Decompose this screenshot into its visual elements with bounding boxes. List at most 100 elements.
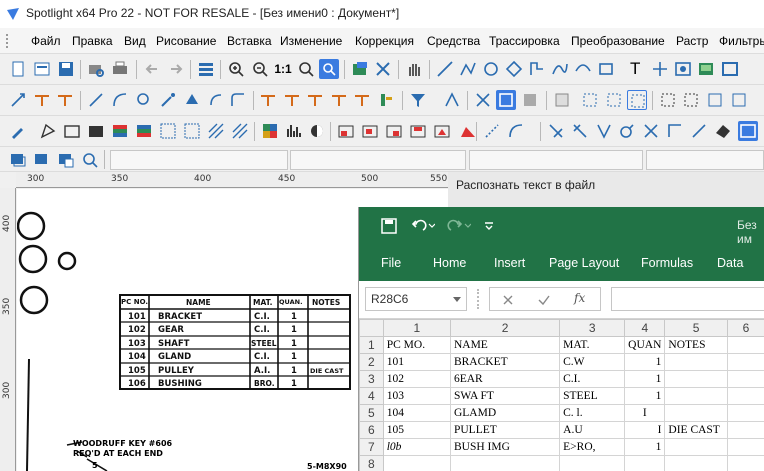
- curve-icon[interactable]: [550, 59, 570, 79]
- pick-icon[interactable]: [8, 121, 28, 141]
- cell[interactable]: [726, 421, 764, 439]
- row-header[interactable]: 6: [359, 421, 384, 439]
- menu-view[interactable]: Вид: [124, 34, 146, 48]
- cell[interactable]: BUSH IMG: [449, 438, 561, 456]
- back-arrow-icon[interactable]: [142, 59, 162, 79]
- layer-icon[interactable]: [32, 150, 52, 170]
- transform-icon[interactable]: [373, 59, 393, 79]
- cell[interactable]: [624, 455, 666, 471]
- dotted-select-icon[interactable]: [604, 90, 624, 110]
- box-select-icon[interactable]: [705, 90, 725, 110]
- transform-icon[interactable]: [546, 121, 566, 141]
- save-icon[interactable]: [56, 59, 76, 79]
- arc-measure-icon[interactable]: [482, 121, 502, 141]
- linecast-icon[interactable]: [258, 90, 278, 110]
- line-width-field[interactable]: [290, 150, 466, 170]
- transform-icon[interactable]: [665, 121, 685, 141]
- column-header[interactable]: 4: [624, 319, 666, 337]
- cell[interactable]: NOTES: [664, 336, 728, 354]
- tab-page-layout[interactable]: Page Layout: [549, 256, 619, 270]
- zoom-in-icon[interactable]: [80, 150, 100, 170]
- menu-file[interactable]: Файл: [31, 34, 61, 48]
- bezier-icon[interactable]: [442, 90, 462, 110]
- cell[interactable]: SWA FT: [449, 387, 561, 405]
- tab-data[interactable]: Data: [717, 256, 743, 270]
- gray-area-icon[interactable]: [520, 90, 540, 110]
- menu-draw[interactable]: Рисование: [156, 34, 216, 48]
- cell[interactable]: 1: [624, 353, 666, 371]
- node-edit-icon[interactable]: [134, 90, 154, 110]
- linecast-icon[interactable]: [305, 90, 325, 110]
- cell[interactable]: C.I.: [559, 370, 626, 388]
- cell[interactable]: MAT.: [559, 336, 626, 354]
- row-header[interactable]: 3: [359, 370, 384, 388]
- transform-icon[interactable]: [713, 121, 733, 141]
- cell[interactable]: 105: [382, 421, 451, 439]
- row-header[interactable]: 4: [359, 387, 384, 405]
- cell[interactable]: [664, 404, 728, 422]
- transform-icon[interactable]: [689, 121, 709, 141]
- cancel-icon[interactable]: [502, 294, 514, 306]
- mark-icon[interactable]: [376, 90, 396, 110]
- open-icon[interactable]: [32, 59, 52, 79]
- object-select-icon[interactable]: [110, 90, 130, 110]
- cell[interactable]: [726, 455, 764, 471]
- cell[interactable]: BRACKET: [449, 353, 561, 371]
- cell[interactable]: PULLET: [449, 421, 561, 439]
- cut-icon[interactable]: [473, 90, 493, 110]
- cell[interactable]: 101: [382, 353, 451, 371]
- cell[interactable]: QUAN: [624, 336, 666, 354]
- cell[interactable]: l0b: [382, 438, 451, 456]
- line-type-field[interactable]: [110, 150, 288, 170]
- zoom-out-icon[interactable]: [250, 59, 270, 79]
- shape-icon[interactable]: [458, 121, 478, 141]
- save-icon[interactable]: [381, 218, 397, 234]
- fill-icon[interactable]: [62, 121, 82, 141]
- cell[interactable]: [664, 370, 728, 388]
- arc-icon[interactable]: [527, 59, 547, 79]
- cell[interactable]: [559, 455, 626, 471]
- image-icon[interactable]: [408, 121, 428, 141]
- image-icon[interactable]: [384, 121, 404, 141]
- shape-select-icon[interactable]: [182, 90, 202, 110]
- redo-icon[interactable]: [447, 218, 471, 234]
- cell[interactable]: 1: [624, 387, 666, 405]
- menu-insert[interactable]: Вставка: [227, 34, 272, 48]
- polyline-icon[interactable]: [458, 59, 478, 79]
- image-icon[interactable]: [360, 121, 380, 141]
- image-icon[interactable]: [336, 121, 356, 141]
- linecast-icon[interactable]: [32, 90, 52, 110]
- column-header[interactable]: 6: [726, 319, 764, 337]
- zoom-in-icon[interactable]: [226, 59, 246, 79]
- column-header[interactable]: 5: [664, 319, 728, 337]
- new-doc-icon[interactable]: [8, 59, 28, 79]
- column-header[interactable]: 2: [449, 319, 561, 337]
- mask-icon[interactable]: [307, 121, 327, 141]
- cell[interactable]: [664, 455, 728, 471]
- customize-icon[interactable]: [483, 220, 495, 232]
- transform-icon[interactable]: [594, 121, 614, 141]
- cell[interactable]: A.U: [559, 421, 626, 439]
- row-header[interactable]: 8: [359, 455, 384, 471]
- box-select-icon[interactable]: [627, 90, 647, 110]
- cell[interactable]: [726, 353, 764, 371]
- circle-icon[interactable]: [481, 59, 501, 79]
- cell[interactable]: I: [624, 421, 666, 439]
- mark-icon[interactable]: [206, 90, 226, 110]
- cell[interactable]: 6EAR: [449, 370, 561, 388]
- linecast-icon[interactable]: [282, 90, 302, 110]
- select-icon[interactable]: [8, 90, 28, 110]
- cell[interactable]: 104: [382, 404, 451, 422]
- menu-trace[interactable]: Трассировка: [489, 34, 560, 48]
- crop-icon[interactable]: [496, 90, 516, 110]
- cell[interactable]: C.W: [559, 353, 626, 371]
- rectangle-icon[interactable]: [596, 59, 616, 79]
- zoom-1to1-icon[interactable]: 1:1: [273, 59, 293, 79]
- box-select-icon[interactable]: [681, 90, 701, 110]
- cell[interactable]: 1: [624, 370, 666, 388]
- bezier-icon[interactable]: [573, 59, 593, 79]
- image-icon[interactable]: [350, 59, 370, 79]
- cell[interactable]: [726, 438, 764, 456]
- color-pick-icon[interactable]: [38, 121, 58, 141]
- cell[interactable]: [664, 438, 728, 456]
